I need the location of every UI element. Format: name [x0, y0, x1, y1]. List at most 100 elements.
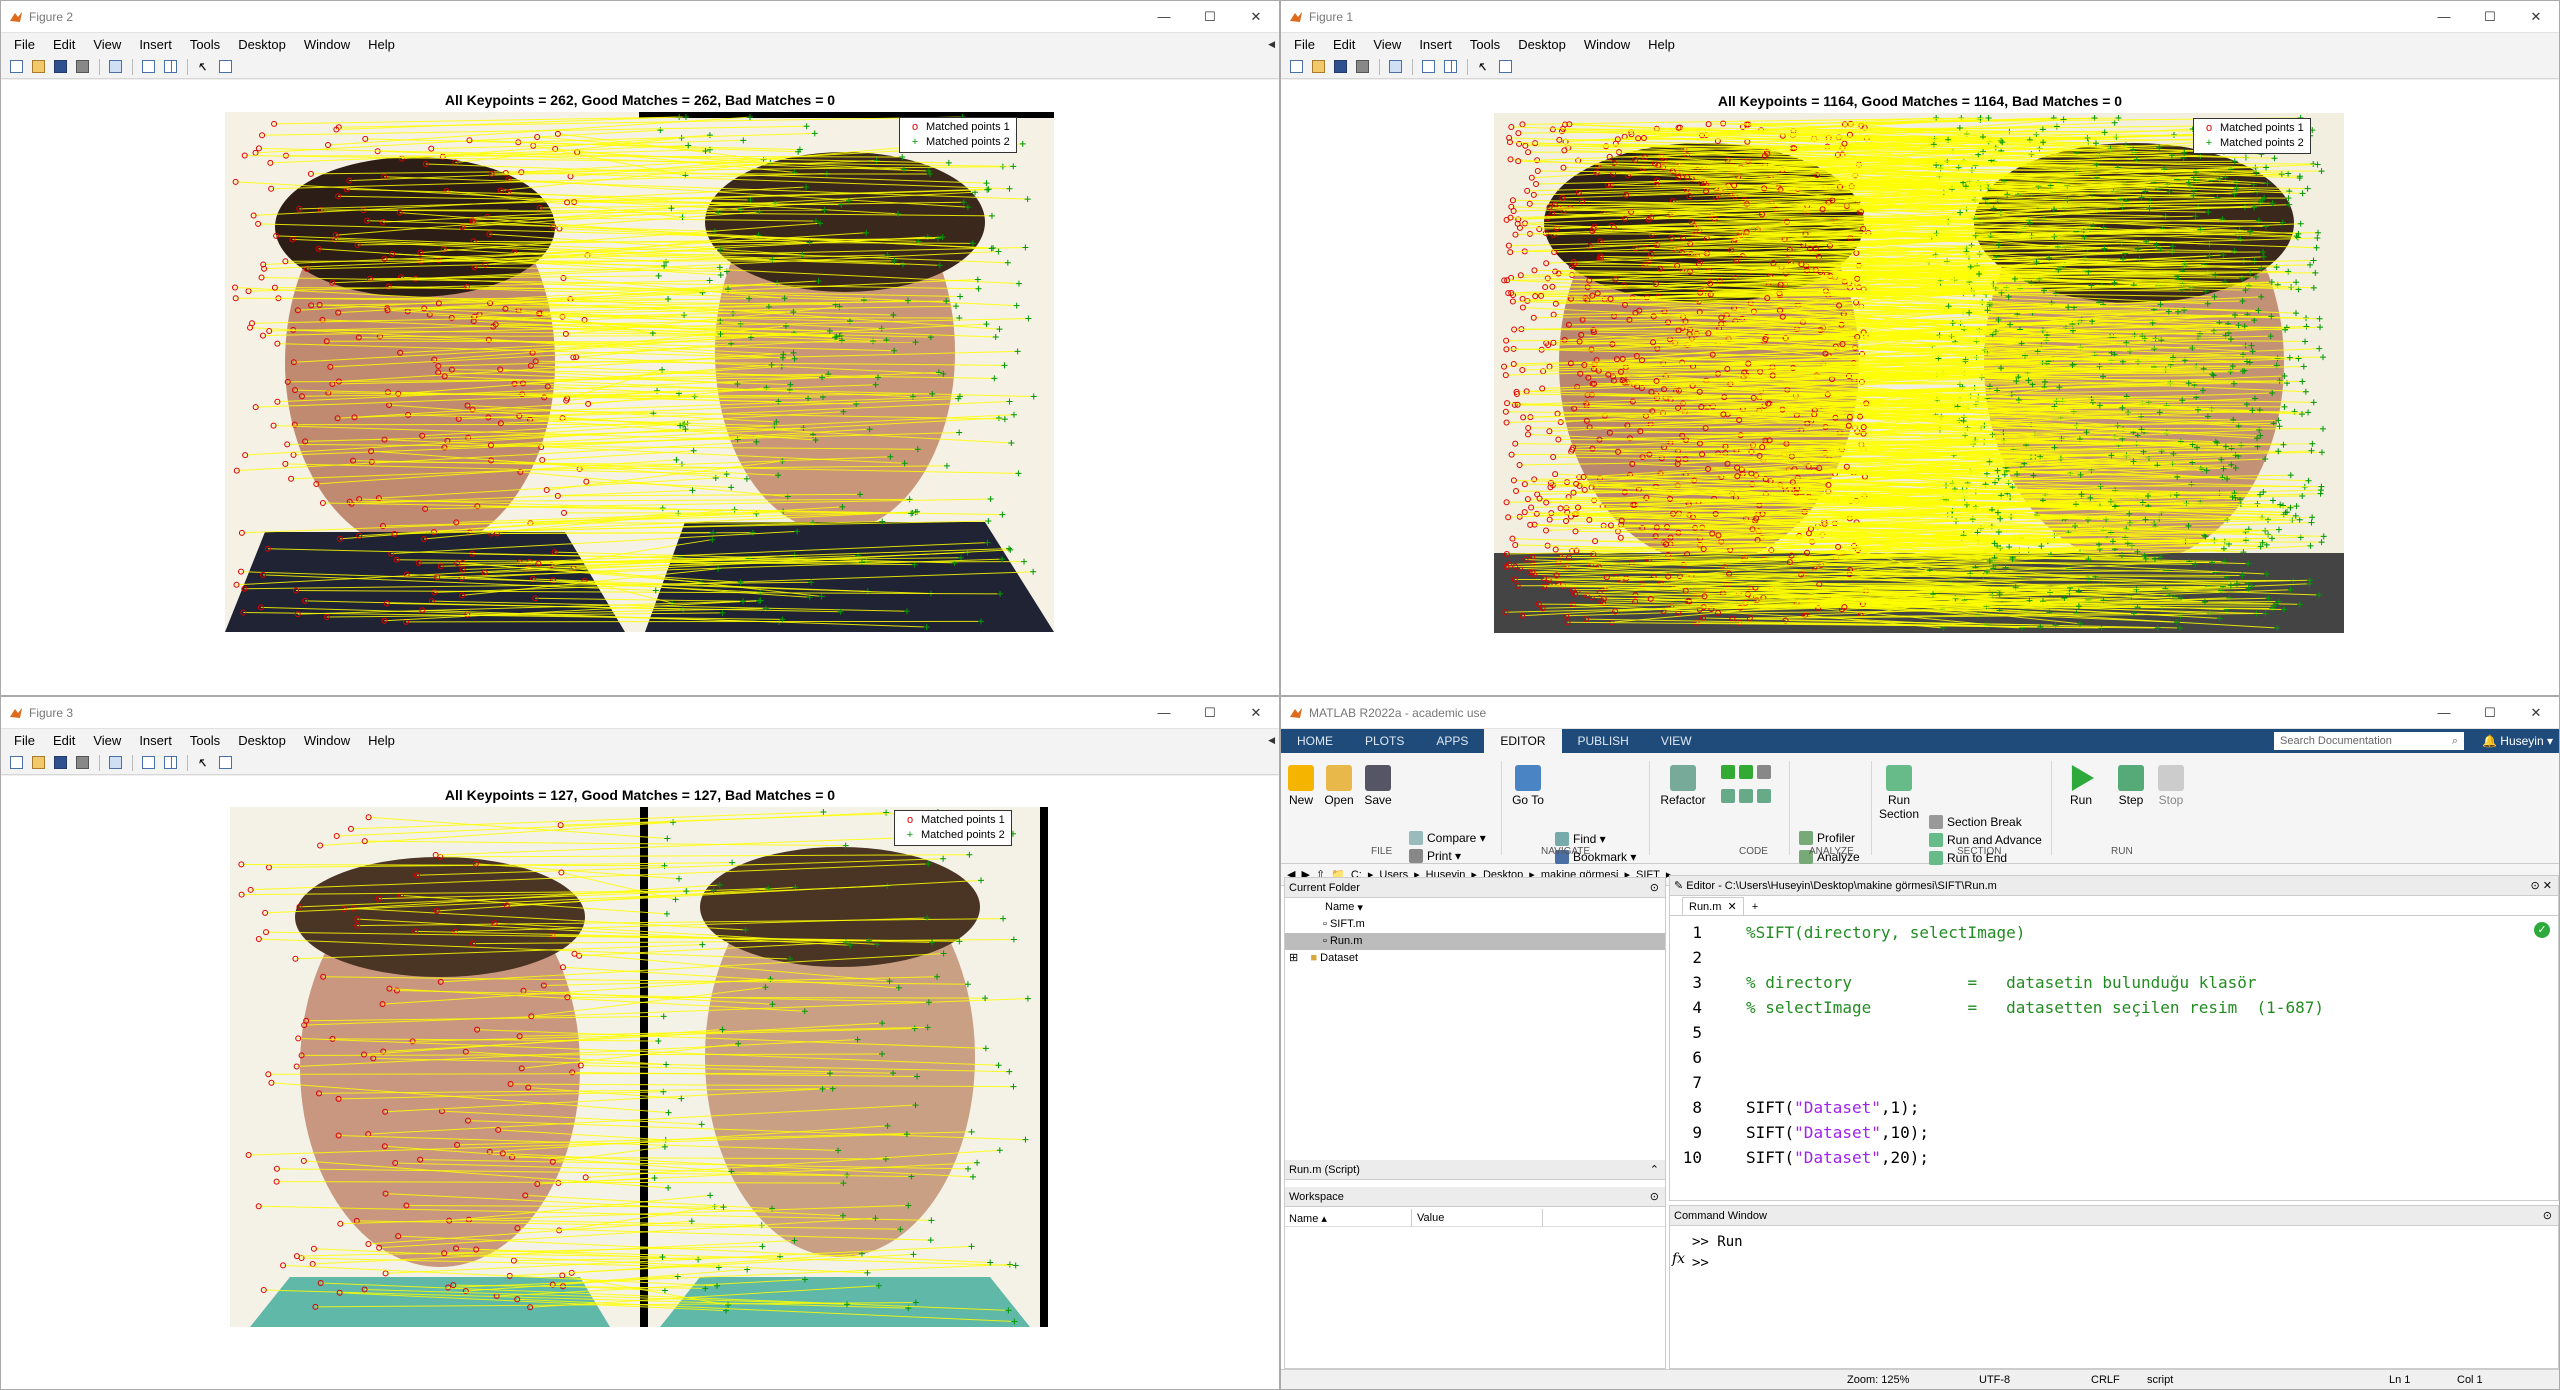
menu-desktop[interactable]: Desktop — [1509, 37, 1575, 52]
profiler-button[interactable]: Profiler — [1799, 831, 1855, 845]
menu-view[interactable]: View — [84, 733, 130, 748]
menu-insert[interactable]: Insert — [1410, 37, 1461, 52]
print-icon[interactable] — [72, 753, 92, 773]
close-button[interactable]: ✕ — [2513, 1, 2559, 33]
tab-publish[interactable]: PUBLISH — [1562, 729, 1645, 753]
maximize-button[interactable]: ☐ — [2467, 697, 2513, 729]
menu-desktop[interactable]: Desktop — [229, 733, 295, 748]
menu-help[interactable]: Help — [359, 37, 404, 52]
step-button[interactable]: Step — [2111, 765, 2151, 807]
menu-edit[interactable]: Edit — [44, 733, 84, 748]
panel-menu-icon[interactable]: ⊙ — [1650, 1190, 1659, 1203]
column-header-name[interactable]: Name ▾ — [1285, 898, 1665, 916]
search-documentation-input[interactable]: Search Documentation ⌕ — [2274, 732, 2464, 750]
maximize-button[interactable]: ☐ — [1187, 1, 1233, 33]
property-inspector-icon[interactable] — [1418, 57, 1438, 77]
new-figure-icon[interactable] — [1286, 57, 1306, 77]
menu-insert[interactable]: Insert — [130, 37, 181, 52]
dock-arrow-icon[interactable]: ◀ — [1259, 39, 1279, 50]
close-button[interactable]: ✕ — [1233, 1, 1279, 33]
maximize-button[interactable]: ☐ — [1187, 697, 1233, 729]
code-area[interactable]: 1 %SIFT(directory, selectImage) 2 3% dire… — [1670, 916, 2558, 1170]
save-icon[interactable] — [50, 57, 70, 77]
collapse-icon[interactable]: ⌃ — [1650, 1163, 1659, 1176]
menu-tools[interactable]: Tools — [181, 37, 229, 52]
plot-browser-icon[interactable] — [160, 753, 180, 773]
ws-col-value[interactable]: Value — [1417, 1212, 1444, 1224]
panel-icon[interactable] — [215, 57, 235, 77]
file-item-selected[interactable]: ▫ Run.m — [1285, 933, 1665, 950]
menu-help[interactable]: Help — [359, 733, 404, 748]
maximize-button[interactable]: ☐ — [2467, 1, 2513, 33]
link-plot-icon[interactable] — [1385, 57, 1405, 77]
bell-icon[interactable]: 🔔 — [2482, 734, 2497, 748]
indent-icon[interactable] — [1721, 789, 1775, 803]
new-tab-button[interactable]: + — [1744, 899, 1766, 915]
tab-plots[interactable]: PLOTS — [1349, 729, 1420, 753]
user-menu[interactable]: 🔔 Huseyin ▾ — [2482, 734, 2553, 748]
editor-tab[interactable]: Run.m ✕ — [1682, 897, 1744, 915]
menu-desktop[interactable]: Desktop — [229, 37, 295, 52]
minimize-button[interactable]: — — [2421, 1, 2467, 33]
property-inspector-icon[interactable] — [138, 753, 158, 773]
edit-plot-icon[interactable]: ↖ — [1473, 57, 1493, 77]
dock-arrow-icon[interactable]: ◀ — [1259, 735, 1279, 746]
tab-view[interactable]: VIEW — [1645, 729, 1708, 753]
folder-item[interactable]: ⊞ ■ Dataset — [1285, 950, 1665, 967]
file-item[interactable]: ▫ SIFT.m — [1285, 916, 1665, 933]
link-plot-icon[interactable] — [105, 57, 125, 77]
stop-button[interactable]: Stop — [2151, 765, 2191, 807]
menu-file[interactable]: File — [5, 733, 44, 748]
save-icon[interactable] — [50, 753, 70, 773]
open-button[interactable]: Open — [1323, 765, 1355, 807]
save-icon[interactable] — [1330, 57, 1350, 77]
run-advance-button[interactable]: Run and Advance — [1929, 833, 2042, 847]
goto-button[interactable]: Go To — [1511, 765, 1545, 807]
close-tab-icon[interactable]: ✕ — [1728, 901, 1737, 913]
tab-editor[interactable]: EDITOR — [1484, 729, 1562, 753]
minimize-button[interactable]: — — [1141, 1, 1187, 33]
new-figure-icon[interactable] — [6, 57, 26, 77]
close-button[interactable]: ✕ — [1233, 697, 1279, 729]
minimize-button[interactable]: — — [1141, 697, 1187, 729]
menu-tools[interactable]: Tools — [181, 733, 229, 748]
new-button[interactable]: New — [1286, 765, 1316, 807]
menu-view[interactable]: View — [84, 37, 130, 52]
ws-col-name[interactable]: Name ▴ — [1289, 1212, 1327, 1225]
run-button[interactable]: Run — [2061, 765, 2101, 807]
panel-icon[interactable] — [1495, 57, 1515, 77]
command-window[interactable]: Command Window ⊙ >> Run >> fx — [1669, 1205, 2559, 1369]
open-file-icon[interactable] — [28, 57, 48, 77]
expand-icon[interactable]: ⊞ — [1289, 952, 1298, 964]
run-section-button[interactable]: Run Section — [1879, 765, 1919, 821]
print-icon[interactable] — [1352, 57, 1372, 77]
minimize-button[interactable]: — — [2421, 697, 2467, 729]
panel-menu-icon[interactable]: ⊙ — [2543, 1209, 2552, 1222]
plot-browser-icon[interactable] — [160, 57, 180, 77]
panel-icon[interactable] — [215, 753, 235, 773]
new-figure-icon[interactable] — [6, 753, 26, 773]
refactor-button[interactable]: Refactor — [1659, 765, 1707, 807]
save-button[interactable]: Save — [1363, 765, 1393, 807]
open-file-icon[interactable] — [28, 753, 48, 773]
menu-window[interactable]: Window — [295, 37, 359, 52]
tab-apps[interactable]: APPS — [1420, 729, 1484, 753]
menu-edit[interactable]: Edit — [1324, 37, 1364, 52]
menu-window[interactable]: Window — [1575, 37, 1639, 52]
menu-tools[interactable]: Tools — [1461, 37, 1509, 52]
command-prompt[interactable]: >> — [1692, 1253, 2558, 1274]
menu-insert[interactable]: Insert — [130, 733, 181, 748]
plot-browser-icon[interactable] — [1440, 57, 1460, 77]
close-button[interactable]: ✕ — [2513, 697, 2559, 729]
menu-edit[interactable]: Edit — [44, 37, 84, 52]
menu-view[interactable]: View — [1364, 37, 1410, 52]
menu-file[interactable]: File — [1285, 37, 1324, 52]
fx-icon[interactable]: fx — [1672, 1251, 1685, 1267]
find-button[interactable]: Find ▾ — [1555, 832, 1606, 846]
panel-menu-icon[interactable]: ⊙ ✕ — [2531, 879, 2553, 892]
edit-plot-icon[interactable]: ↖ — [193, 753, 213, 773]
tab-home[interactable]: HOME — [1281, 729, 1349, 753]
property-inspector-icon[interactable] — [138, 57, 158, 77]
edit-plot-icon[interactable]: ↖ — [193, 57, 213, 77]
compare-button[interactable]: Compare ▾ — [1409, 831, 1486, 845]
